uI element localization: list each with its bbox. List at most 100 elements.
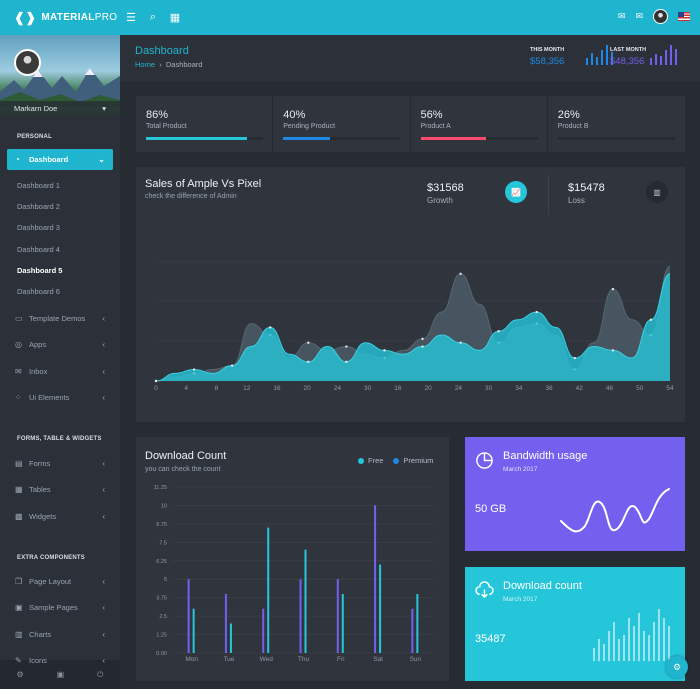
profile-name-bar[interactable]: Markarn Doe ▾ [0,101,120,115]
y-tick-label: 8.75 [156,522,167,528]
this-month-value: $58,356 [530,56,565,67]
data-point [497,330,500,333]
hamburger-icon[interactable]: ☰ [120,11,142,24]
power-icon[interactable]: ⏻ [97,670,103,680]
bar-free [187,579,190,653]
data-point [307,360,310,364]
profile-avatar[interactable] [14,49,41,76]
download-sparkbars [593,609,670,661]
sidebar-item-apps[interactable]: ◎ Apps ‹ [0,338,120,352]
mini-bar [591,53,593,65]
page-title: Dashboard [135,45,189,57]
bar-premium [304,549,307,653]
mini-bar [606,45,608,65]
spark-bar [608,630,610,661]
sidebar-item-template-demos[interactable]: ▭ Template Demos ‹ [0,311,120,325]
y-tick-label: 11.25 [154,485,167,491]
data-point [611,349,615,352]
chevron-left-icon: ‹ [102,656,105,665]
sidebar-item-dashboard[interactable]: ◔ Dashboard ⌄ [7,149,113,170]
sidebar-subitem-dashboard-5[interactable]: Dashboard 5 [17,266,62,275]
message-icon[interactable]: ✉ [618,11,626,22]
mail-icon[interactable]: ✉ [635,11,643,22]
sidebar-item-forms[interactable]: ▤ Forms ‹ [0,456,120,470]
bar-premium [267,527,270,653]
spark-bar [623,635,625,661]
sidebar-subitem-dashboard-3[interactable]: Dashboard 3 [17,223,60,232]
grid-icon[interactable]: ▦ [164,11,186,24]
chevron-left-icon: ‹ [102,485,105,494]
user-avatar[interactable] [653,9,668,24]
kpi-value: 40% [283,109,306,121]
envelope-icon: ✉ [15,366,22,376]
sidebar-item-page-layout[interactable]: ❐ Page Layout ‹ [0,574,120,588]
x-tick-label: 24 [334,385,342,392]
search-icon[interactable]: ⌕ [142,11,164,24]
sidebar-item-sample-pages[interactable]: ▣ Sample Pages ‹ [0,601,120,615]
spark-bar [653,622,655,661]
section-extra: EXTRA COMPONENTS [17,555,85,561]
last-month-value: $48,356 [610,56,645,67]
x-tick-label: 46 [606,385,614,392]
settings-fab[interactable]: ⚙ [666,656,688,678]
section-personal: PERSONAL [17,134,52,140]
sidebar-subitem-dashboard-4[interactable]: Dashboard 4 [17,245,60,254]
brand-logo[interactable]: ❰❱ MATERIAL PRO [0,10,120,26]
data-point [192,368,196,371]
data-point [230,364,234,367]
us-flag-icon[interactable] [678,12,690,21]
y-tick-label: 6.25 [156,559,167,565]
gauge-icon: ◔ [15,155,20,164]
bar-free [299,579,302,653]
x-tick-label: 24 [455,385,463,392]
y-tick-label: 3.75 [156,596,167,602]
kpi-label: Product A [420,123,451,130]
breadcrumb: Home › Dashboard [135,60,203,69]
profile-name: Markarn Doe [14,104,58,113]
sidebar-item-tables[interactable]: ▦ Tables ‹ [0,483,120,497]
x-tick-label: 0 [154,385,158,392]
sidebar-subitem-dashboard-1[interactable]: Dashboard 1 [17,181,60,190]
bar-premium [379,564,382,653]
sidebar-item-icons[interactable]: ✎ Icons ‹ [0,654,120,668]
spark-bar [643,630,645,661]
sales-chart-card: Sales of Ample Vs Pixel check the differ… [136,167,685,422]
sidebar-item-widgets[interactable]: ▩ Widgets ‹ [0,509,120,523]
inbox-icon[interactable]: ▣ [57,670,65,679]
spark-bar [663,617,665,661]
sidebar-subitem-dashboard-6[interactable]: Dashboard 6 [17,287,60,296]
spark-bar [648,635,650,661]
data-point [383,349,386,352]
bandwidth-date: March 2017 [503,466,538,473]
breadcrumb-current: Dashboard [165,60,203,69]
chevron-left-icon: ‹ [102,511,105,521]
x-tick-label: Tue [223,656,234,663]
table-icon: ▦ [15,485,23,494]
series-area [156,273,670,381]
download-widget-date: March 2017 [503,596,538,603]
this-month-label: THIS MONTH [530,47,565,53]
settings-icon[interactable]: ⚙ [16,670,23,679]
laptop-icon: ▭ [15,313,23,323]
chevron-left-icon: ‹ [102,458,105,468]
data-point [459,341,462,344]
x-tick-label: 54 [666,385,674,392]
x-tick-label: 16 [394,385,402,392]
x-tick-label: 30 [485,385,493,392]
sidebar-subitem-dashboard-2[interactable]: Dashboard 2 [17,202,60,211]
y-tick-label: 1.25 [156,633,167,639]
cloud-download-icon [475,581,494,599]
file-chart-icon: ▥ [15,629,23,639]
topbar: ❰❱ MATERIAL PRO ☰ ⌕ ▦ ✉ ✉ [0,0,700,35]
sidebar-item-inbox[interactable]: ✉ Inbox ‹ [0,364,120,378]
sidebar-item-charts[interactable]: ▥ Charts ‹ [0,627,120,641]
x-tick-label: 42 [576,385,584,392]
sidebar-item-label: Apps [29,340,47,349]
sidebar-item-label: Inbox [29,366,48,376]
sidebar-item-label: Sample Pages [29,603,78,612]
data-point [421,337,424,341]
chevron-left-icon: ‹ [102,603,105,612]
sidebar-item-ui-elements[interactable]: ⁘ Ui Elements ‹ [0,391,120,405]
pages-icon: ▣ [15,603,23,612]
breadcrumb-home[interactable]: Home [135,60,155,69]
